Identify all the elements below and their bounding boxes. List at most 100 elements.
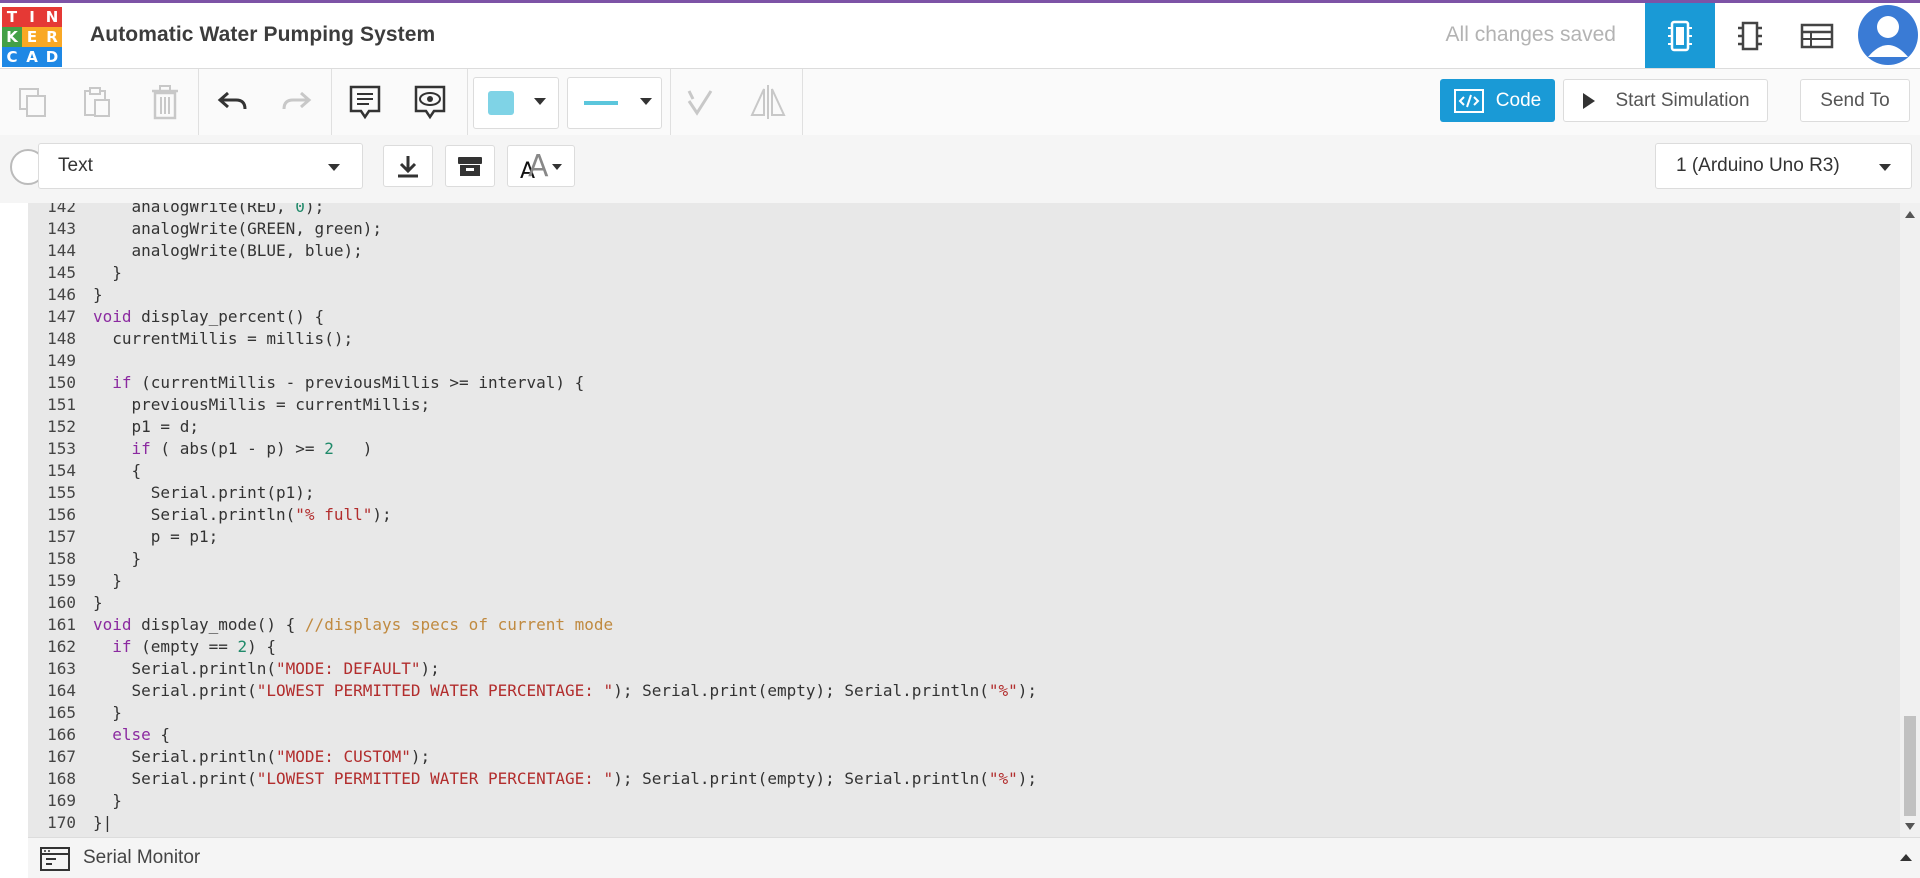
send-to-button[interactable]: Send To	[1800, 79, 1910, 122]
line-number: 164	[47, 681, 76, 700]
code-line[interactable]: 157 p = p1;	[28, 526, 1900, 548]
code-line[interactable]: 159 }	[28, 570, 1900, 592]
code-line[interactable]: 163 Serial.println("MODE: DEFAULT");	[28, 658, 1900, 680]
line-number: 163	[47, 659, 76, 678]
chevron-down-icon	[534, 98, 546, 105]
code-line[interactable]: 170}|	[28, 812, 1900, 834]
undo-button[interactable]	[210, 79, 256, 125]
code-line[interactable]: 142 analogWrite(RED, 0);	[28, 203, 1900, 218]
libraries-button[interactable]	[445, 145, 495, 187]
start-simulation-button[interactable]: Start Simulation	[1563, 79, 1768, 122]
app-header: TINKERCAD Automatic Water Pumping System…	[0, 3, 1920, 69]
flip-button[interactable]	[745, 79, 791, 125]
line-number: 162	[47, 637, 76, 656]
code-text: if (empty == 2) {	[112, 637, 277, 656]
scroll-up-arrow-icon[interactable]	[1905, 211, 1915, 218]
code-text: analogWrite(RED, 0);	[93, 203, 325, 216]
code-line[interactable]: 164 Serial.print("LOWEST PERMITTED WATER…	[28, 680, 1900, 702]
component-list-button[interactable]	[1782, 3, 1852, 68]
code-text: }	[93, 791, 122, 810]
component-list-icon	[1800, 23, 1834, 48]
code-line[interactable]: 143 analogWrite(GREEN, green);	[28, 218, 1900, 240]
code-text: }	[93, 703, 122, 722]
line-number: 158	[47, 549, 76, 568]
device-select-value: 1 (Arduino Uno R3)	[1676, 155, 1840, 176]
toolbar-divider	[331, 69, 332, 135]
logo-letter: A	[22, 47, 42, 67]
code-line[interactable]: 147 void display_percent() {	[28, 306, 1900, 328]
line-number: 157	[47, 527, 76, 546]
line-number: 168	[47, 769, 76, 788]
font-size-icon: A A	[518, 149, 564, 184]
line-number: 156	[47, 505, 76, 524]
code-line[interactable]: 162 if (empty == 2) {	[28, 636, 1900, 658]
redo-icon	[282, 91, 312, 110]
code-mode-select[interactable]: Text	[38, 143, 363, 189]
logo-letter: N	[42, 7, 62, 27]
serial-monitor-bar[interactable]: Serial Monitor	[28, 837, 1920, 878]
code-text: {	[93, 461, 142, 480]
code-line[interactable]: 168 Serial.print("LOWEST PERMITTED WATER…	[28, 768, 1900, 790]
code-line[interactable]: 145 }	[28, 262, 1900, 284]
code-line[interactable]: 152 p1 = d;	[28, 416, 1900, 438]
scrollbar-thumb[interactable]	[1904, 716, 1916, 816]
wire-style-dropdown[interactable]	[567, 77, 662, 129]
code-line[interactable]: 149	[28, 350, 1900, 372]
notes-visibility-button[interactable]	[407, 79, 453, 125]
code-line[interactable]: 160}	[28, 592, 1900, 614]
paste-button[interactable]	[74, 79, 120, 125]
code-line[interactable]: 144 analogWrite(BLUE, blue);	[28, 240, 1900, 262]
code-line[interactable]: 167 Serial.println("MODE: CUSTOM");	[28, 746, 1900, 768]
logo-letter: T	[2, 7, 22, 27]
code-text: Serial.println("MODE: CUSTOM");	[93, 747, 431, 766]
notes-button[interactable]	[342, 79, 388, 125]
toolbar-divider	[802, 69, 803, 135]
code-line[interactable]: 166 else {	[28, 724, 1900, 746]
rotate-button[interactable]	[677, 79, 723, 125]
logo-letter: D	[42, 47, 62, 67]
fill-color-dropdown[interactable]	[473, 77, 559, 129]
code-line[interactable]: 151 previousMillis = currentMillis;	[28, 394, 1900, 416]
code-line[interactable]: 148 currentMillis = millis();	[28, 328, 1900, 350]
code-button[interactable]: Code	[1440, 79, 1555, 122]
rotate-icon	[687, 90, 713, 116]
line-number: 154	[47, 461, 76, 480]
editor-scrollbar[interactable]	[1900, 203, 1920, 837]
code-line[interactable]: 150 if (currentMillis - previousMillis >…	[28, 372, 1900, 394]
circuit-view-button[interactable]	[1645, 3, 1715, 68]
line-number: 167	[47, 747, 76, 766]
schematic-view-button[interactable]	[1715, 3, 1785, 68]
save-status: All changes saved	[1445, 23, 1616, 46]
code-text: Serial.print("LOWEST PERMITTED WATER PER…	[93, 769, 1038, 788]
tinkercad-logo[interactable]: TINKERCAD	[2, 7, 62, 67]
toolbar-divider	[670, 69, 671, 135]
font-size-button[interactable]: A A	[507, 145, 575, 187]
send-to-label: Send To	[1820, 89, 1890, 111]
device-select[interactable]: 1 (Arduino Uno R3)	[1655, 143, 1912, 189]
line-number: 151	[47, 395, 76, 414]
copy-button[interactable]	[10, 79, 56, 125]
project-title[interactable]: Automatic Water Pumping System	[90, 23, 435, 47]
code-text: previousMillis = currentMillis;	[93, 395, 431, 414]
code-editor[interactable]: 142 analogWrite(RED, 0); 143 analogWrite(…	[28, 203, 1900, 837]
code-line[interactable]: 153 if ( abs(p1 - p) >= 2 )	[28, 438, 1900, 460]
code-line[interactable]: 146}	[28, 284, 1900, 306]
user-avatar[interactable]	[1858, 5, 1918, 65]
line-number: 170	[47, 813, 76, 832]
code-line[interactable]: 161 void display_mode() { //displays spec…	[28, 614, 1900, 636]
code-line[interactable]: 156 Serial.println("% full");	[28, 504, 1900, 526]
delete-button[interactable]	[142, 79, 188, 125]
eye-note-icon	[414, 85, 446, 120]
redo-button[interactable]	[273, 79, 319, 125]
code-line[interactable]: 165 }	[28, 702, 1900, 724]
code-line[interactable]: 154 {	[28, 460, 1900, 482]
fill-color-swatch	[488, 91, 514, 115]
code-line[interactable]: 155 Serial.print(p1);	[28, 482, 1900, 504]
line-number: 142	[47, 203, 76, 216]
code-text: void display_percent() {	[93, 307, 325, 326]
download-code-button[interactable]	[383, 145, 433, 187]
expand-up-icon[interactable]	[1900, 854, 1912, 861]
code-line[interactable]: 158 }	[28, 548, 1900, 570]
scroll-down-arrow-icon[interactable]	[1905, 823, 1915, 830]
code-line[interactable]: 169 }	[28, 790, 1900, 812]
